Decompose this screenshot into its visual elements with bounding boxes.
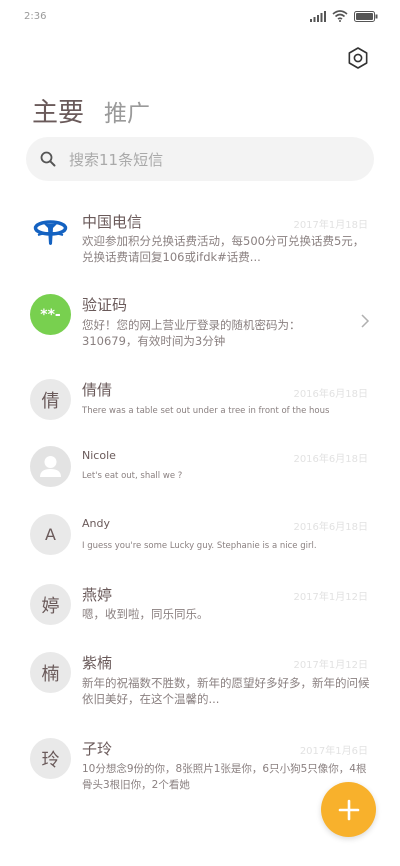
status-bar: 2:36 <box>0 0 400 34</box>
gear-icon <box>348 47 368 69</box>
message-date: 2017年1月12日 <box>293 592 368 603</box>
status-time: 2:36 <box>24 11 47 22</box>
sender-name: 燕婷 <box>82 586 113 604</box>
avatar: 婷 <box>30 584 71 625</box>
message-date: 2017年1月18日 <box>293 220 368 231</box>
wifi-icon <box>332 10 348 22</box>
status-icons <box>310 10 378 22</box>
sender-name: 子玲 <box>82 740 113 758</box>
message-item-nicole[interactable]: Nicole 2016年6月18日 Let's eat out, shall w… <box>0 446 400 514</box>
avatar-text: A <box>45 525 56 544</box>
avatar-text: 倩 <box>41 390 60 412</box>
tab-promo[interactable]: 推广 <box>104 94 150 128</box>
avatar-text: 楠 <box>41 663 60 685</box>
tab-main[interactable]: 主要 <box>32 92 84 129</box>
message-preview: 欢迎参加积分兑换话费活动，每500分可兑换话费5元，兑换话费请回复106或ifd… <box>82 234 365 264</box>
sender-name: Nicole <box>82 449 116 462</box>
compose-button[interactable] <box>321 782 376 837</box>
message-preview: 10分想念9份的你，8张照片1张是你，6只小狗5只像你，4根骨头3根旧你，2个看… <box>82 763 367 791</box>
avatar: **- <box>30 294 71 335</box>
message-preview: 嗯，收到啦，同乐同乐。 <box>82 607 209 621</box>
chevron-right-icon <box>361 314 370 328</box>
settings-button[interactable] <box>346 46 370 70</box>
message-date: 2016年6月18日 <box>293 454 368 465</box>
message-item-yanting[interactable]: 婷 燕婷 2017年1月12日 嗯，收到啦，同乐同乐。 <box>0 584 400 652</box>
message-date: 2017年1月12日 <box>293 660 368 671</box>
person-icon <box>40 456 61 477</box>
message-date: 2016年6月18日 <box>293 389 368 400</box>
message-item-verification[interactable]: **- 验证码 您好！您的网上营业厅登录的随机密码为：310679，有效时间为3… <box>0 280 400 366</box>
message-item-china-telecom[interactable]: 中国电信 2017年1月18日 欢迎参加积分兑换话费活动，每500分可兑换话费5… <box>0 196 400 280</box>
message-preview: 新年的祝福数不胜数，新年的愿望好多好多，新年的问候依旧美好，在这个温馨的... <box>82 676 370 706</box>
message-preview: There was a table set out under a tree i… <box>82 406 330 416</box>
avatar: 倩 <box>30 379 71 420</box>
search-icon <box>40 151 56 167</box>
message-item-qianqian[interactable]: 倩 倩倩 2016年6月18日 There was a table set ou… <box>0 366 400 446</box>
message-date: 2017年1月6日 <box>299 746 368 757</box>
telecom-logo-icon <box>33 220 68 245</box>
avatar-text: **- <box>40 306 61 323</box>
message-list: 中国电信 2017年1月18日 欢迎参加积分兑换话费活动，每500分可兑换话费5… <box>0 196 400 828</box>
sender-name: 倩倩 <box>82 381 113 399</box>
search-bar[interactable]: 搜索11条短信 <box>26 137 374 181</box>
avatar: 楠 <box>30 652 71 693</box>
avatar: 玲 <box>30 738 71 779</box>
avatar <box>30 211 71 252</box>
tab-bar: 主要 推广 <box>32 92 150 129</box>
avatar-text: 玲 <box>41 749 60 771</box>
sender-name: 紫楠 <box>82 654 113 672</box>
message-date: 2016年6月18日 <box>293 522 368 533</box>
signal-icon <box>310 10 326 22</box>
message-preview: Let's eat out, shall we ? <box>82 471 183 481</box>
search-placeholder: 搜索11条短信 <box>69 151 164 169</box>
message-item-andy[interactable]: A Andy 2016年6月18日 I guess you're some Lu… <box>0 514 400 584</box>
sender-name: Andy <box>82 517 110 530</box>
avatar-text: 婷 <box>41 595 60 617</box>
avatar: A <box>30 514 71 555</box>
sender-name: 验证码 <box>82 296 128 314</box>
avatar <box>30 446 71 487</box>
message-preview: I guess you're some Lucky guy. Stephanie… <box>82 541 317 551</box>
sender-name: 中国电信 <box>82 213 143 231</box>
plus-icon <box>338 799 359 820</box>
battery-icon <box>354 10 378 22</box>
message-preview: 您好！您的网上营业厅登录的随机密码为：310679，有效时间为3分钟 <box>82 318 301 348</box>
message-item-zinan[interactable]: 楠 紫楠 2017年1月12日 新年的祝福数不胜数，新年的愿望好多好多，新年的问… <box>0 652 400 738</box>
